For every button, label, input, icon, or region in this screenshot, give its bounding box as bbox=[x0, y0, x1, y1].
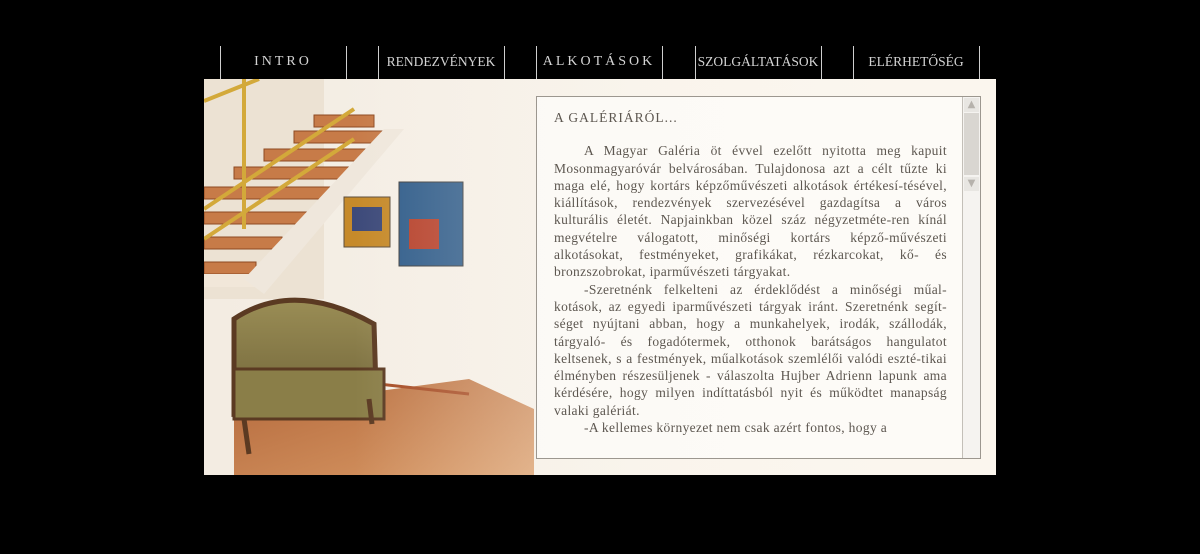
nav-divider bbox=[662, 46, 663, 79]
content-panel: A GALÉRIÁRÓL... A Magyar Galéria öt évve… bbox=[204, 79, 996, 475]
nav-divider bbox=[346, 46, 347, 79]
nav-item-elerhetoseg[interactable]: ELÉRHETŐSÉG bbox=[853, 46, 979, 79]
nav-divider bbox=[979, 46, 980, 79]
main-nav: INTRO RENDEZVÉNYEK ALKOTÁSOK SZOLGÁLTATÁ… bbox=[220, 46, 980, 79]
nav-item-alkotasok[interactable]: ALKOTÁSOK bbox=[536, 46, 662, 79]
nav-item-szolgaltatasok[interactable]: SZOLGÁLTATÁSOK bbox=[695, 46, 821, 79]
scroll-up-icon[interactable]: ▲ bbox=[964, 98, 979, 112]
article-paragraph: -Szeretnénk felkelteni az érdeklődést a … bbox=[554, 281, 947, 418]
scrollbar-thumb[interactable] bbox=[964, 113, 979, 175]
vertical-scrollbar[interactable]: ▲ ▼ bbox=[962, 97, 980, 458]
article-text: A GALÉRIÁRÓL... A Magyar Galéria öt évve… bbox=[554, 109, 947, 455]
nav-item-rendezvenyek[interactable]: RENDEZVÉNYEK bbox=[378, 46, 504, 79]
nav-item-intro[interactable]: INTRO bbox=[220, 46, 346, 79]
nav-divider bbox=[821, 46, 822, 79]
article-paragraph: A Magyar Galéria öt évvel ezelőtt nyitot… bbox=[554, 143, 947, 280]
nav-divider bbox=[504, 46, 505, 79]
article-heading: A GALÉRIÁRÓL... bbox=[554, 110, 678, 125]
article-scroll-box[interactable]: A GALÉRIÁRÓL... A Magyar Galéria öt évve… bbox=[536, 96, 981, 459]
article-paragraph: -A kellemes környezet nem csak azért fon… bbox=[584, 420, 888, 436]
scroll-down-icon[interactable]: ▼ bbox=[964, 177, 979, 191]
